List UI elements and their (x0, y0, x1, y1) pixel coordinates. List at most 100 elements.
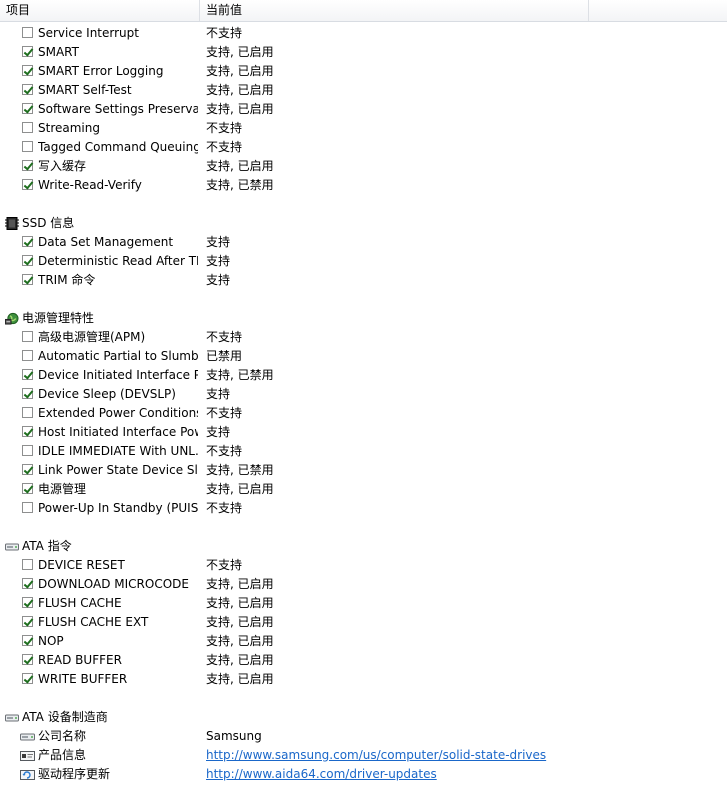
property-row[interactable]: Streaming 不支持 (0, 119, 727, 138)
property-label: Data Set Management (38, 235, 174, 249)
property-row[interactable]: Software Settings Preservati... 支持, 已启用 (0, 100, 727, 119)
property-row[interactable]: Device Sleep (DEVSLP) 支持 (0, 385, 727, 404)
section-header-ssd[interactable]: SSD 信息 (0, 214, 727, 233)
checked-checkbox-icon[interactable] (22, 103, 33, 114)
property-value: 支持 (206, 387, 231, 401)
section-header-manufacturer[interactable]: ATA 设备制造商 (0, 708, 727, 727)
property-row[interactable]: READ BUFFER 支持, 已启用 (0, 651, 727, 670)
property-value: 支持, 已启用 (206, 577, 274, 591)
property-value: 不支持 (206, 501, 243, 515)
property-value: http://www.aida64.com/driver-updates (206, 765, 437, 784)
property-value: 支持, 已启用 (206, 653, 274, 667)
property-row[interactable]: FLUSH CACHE EXT 支持, 已启用 (0, 613, 727, 632)
unchecked-checkbox-icon[interactable] (22, 350, 33, 361)
checked-checkbox-icon[interactable] (22, 578, 33, 589)
driver-update-link[interactable]: http://www.aida64.com/driver-updates (206, 767, 437, 781)
manufacturer-product-row[interactable]: 产品信息 http://www.samsung.com/us/computer/… (0, 746, 727, 765)
section-header-ata-commands[interactable]: ATA 指令 (0, 537, 727, 556)
property-row[interactable]: 电源管理 支持, 已启用 (0, 480, 727, 499)
property-value: 不支持 (206, 140, 243, 154)
checked-checkbox-icon[interactable] (22, 635, 33, 646)
property-value: 不支持 (206, 444, 243, 458)
property-row[interactable]: Data Set Management 支持 (0, 233, 727, 252)
checked-checkbox-icon[interactable] (22, 274, 33, 285)
checked-checkbox-icon[interactable] (22, 426, 33, 437)
checked-checkbox-icon[interactable] (22, 464, 33, 475)
property-label: 公司名称 (38, 729, 87, 743)
property-row[interactable]: Host Initiated Interface Pow... 支持 (0, 423, 727, 442)
property-label: Service Interrupt (38, 26, 139, 40)
property-label: SMART Self-Test (38, 83, 132, 97)
column-header-item[interactable]: 项目 (0, 0, 200, 21)
property-value: 支持, 已启用 (206, 159, 274, 173)
property-row[interactable]: Extended Power Conditions ... 不支持 (0, 404, 727, 423)
update-icon (20, 770, 35, 780)
checked-checkbox-icon[interactable] (22, 616, 33, 627)
property-value: 支持, 已启用 (206, 596, 274, 610)
checked-checkbox-icon[interactable] (22, 597, 33, 608)
checked-checkbox-icon[interactable] (22, 46, 33, 57)
property-row[interactable]: SMART Self-Test 支持, 已启用 (0, 81, 727, 100)
checked-checkbox-icon[interactable] (22, 255, 33, 266)
unchecked-checkbox-icon[interactable] (22, 331, 33, 342)
property-label: Write-Read-Verify (38, 178, 142, 192)
property-row[interactable]: 写入缓存 支持, 已启用 (0, 157, 727, 176)
property-label: DEVICE RESET (38, 558, 125, 572)
checked-checkbox-icon[interactable] (22, 84, 33, 95)
checked-checkbox-icon[interactable] (22, 65, 33, 76)
property-row[interactable]: SMART Error Logging 支持, 已启用 (0, 62, 727, 81)
property-row[interactable]: IDLE IMMEDIATE With UNL... 不支持 (0, 442, 727, 461)
property-row[interactable]: WRITE BUFFER 支持, 已启用 (0, 670, 727, 689)
checked-checkbox-icon[interactable] (22, 654, 33, 665)
property-label: 电源管理 (38, 482, 87, 496)
property-value: 不支持 (206, 330, 243, 344)
property-row[interactable]: NOP 支持, 已启用 (0, 632, 727, 651)
property-row[interactable]: Link Power State Device Sleep 支持, 已禁用 (0, 461, 727, 480)
unchecked-checkbox-icon[interactable] (22, 445, 33, 456)
unchecked-checkbox-icon[interactable] (22, 502, 33, 513)
property-row[interactable]: 高级电源管理(APM) 不支持 (0, 328, 727, 347)
section-header-power[interactable]: 电源管理特性 (0, 309, 727, 328)
property-value: 不支持 (206, 121, 243, 135)
checked-checkbox-icon[interactable] (22, 483, 33, 494)
property-value: 支持 (206, 254, 231, 268)
column-header: 项目 当前值 (0, 0, 727, 22)
property-value: 支持, 已启用 (206, 45, 274, 59)
property-label: SMART Error Logging (38, 64, 164, 78)
unchecked-checkbox-icon[interactable] (22, 559, 33, 570)
property-label: DOWNLOAD MICROCODE (38, 577, 189, 591)
product-info-link[interactable]: http://www.samsung.com/us/computer/solid… (206, 748, 546, 762)
property-row[interactable]: DEVICE RESET 不支持 (0, 556, 727, 575)
property-row[interactable]: FLUSH CACHE 支持, 已启用 (0, 594, 727, 613)
manufacturer-company-row[interactable]: 公司名称 Samsung (0, 727, 727, 746)
property-row[interactable]: Power-Up In Standby (PUIS) 不支持 (0, 499, 727, 518)
unchecked-checkbox-icon[interactable] (22, 122, 33, 133)
unchecked-checkbox-icon[interactable] (22, 407, 33, 418)
property-label: FLUSH CACHE (38, 596, 122, 610)
property-row[interactable]: Device Initiated Interface Po... 支持, 已禁用 (0, 366, 727, 385)
checked-checkbox-icon[interactable] (22, 236, 33, 247)
unchecked-checkbox-icon[interactable] (22, 141, 33, 152)
property-row[interactable]: Tagged Command Queuing... 不支持 (0, 138, 727, 157)
power-globe-icon (5, 312, 19, 325)
property-label: Deterministic Read After TRIM (38, 254, 198, 268)
property-row[interactable]: Automatic Partial to Slumbe... 已禁用 (0, 347, 727, 366)
property-row[interactable]: TRIM 命令 支持 (0, 271, 727, 290)
property-row[interactable]: Deterministic Read After TRIM 支持 (0, 252, 727, 271)
property-row[interactable]: SMART 支持, 已启用 (0, 43, 727, 62)
checked-checkbox-icon[interactable] (22, 388, 33, 399)
property-value: 已禁用 (206, 349, 243, 363)
property-row[interactable]: Write-Read-Verify 支持, 已禁用 (0, 176, 727, 195)
manufacturer-driver-row[interactable]: 驱动程序更新 http://www.aida64.com/driver-upda… (0, 765, 727, 784)
property-value: 支持, 已禁用 (206, 178, 274, 192)
property-row[interactable]: DOWNLOAD MICROCODE 支持, 已启用 (0, 575, 727, 594)
checked-checkbox-icon[interactable] (22, 160, 33, 171)
property-row[interactable]: Service Interrupt 不支持 (0, 24, 727, 43)
unchecked-checkbox-icon[interactable] (22, 27, 33, 38)
column-header-value[interactable]: 当前值 (200, 0, 589, 21)
power-group: 高级电源管理(APM) 不支持 Automatic Partial to Slumb… (0, 328, 727, 518)
checked-checkbox-icon[interactable] (22, 369, 33, 380)
checked-checkbox-icon[interactable] (22, 179, 33, 190)
checked-checkbox-icon[interactable] (22, 673, 33, 684)
